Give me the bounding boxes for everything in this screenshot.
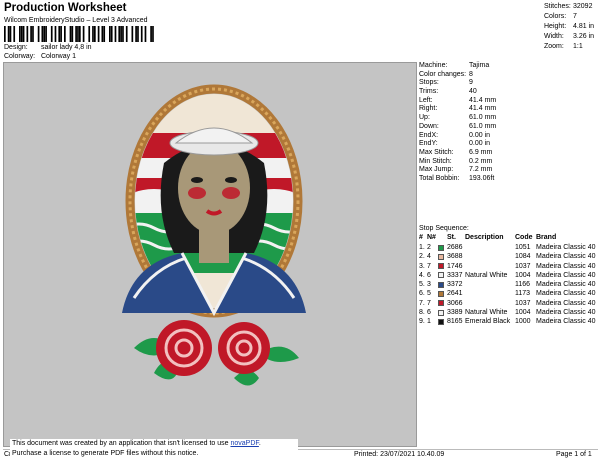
printed-timestamp: Printed: 23/07/2021 10.40.09 bbox=[354, 451, 445, 458]
color-swatch bbox=[438, 244, 444, 251]
color-swatch bbox=[438, 272, 444, 279]
color-swatch bbox=[438, 263, 444, 270]
stat-height: Height: 4.81 in bbox=[544, 23, 595, 30]
property-row: Trims: 40 bbox=[419, 88, 477, 96]
page-number: Page 1 of 1 bbox=[556, 451, 592, 458]
color-swatch bbox=[438, 281, 444, 288]
property-row: EndY: 0.00 in bbox=[419, 140, 491, 148]
property-row: Color changes: 8 bbox=[419, 70, 473, 78]
embroidery-design-image bbox=[122, 84, 306, 386]
table-row: 2. 4 3688 1084 Madeira Classic 40 bbox=[419, 253, 596, 261]
color-swatch bbox=[438, 309, 444, 316]
stats-panel: Stitches: 32092 Colors: 7 Height: 4.81 in W… bbox=[544, 2, 594, 52]
property-row: Stops: 9 bbox=[419, 79, 473, 87]
stop-sequence-rows: 1. 2 2686 1051 Madeira Classic 40 2. 4 3688 1084… bbox=[418, 243, 598, 327]
property-row: Up: 61.0 mm bbox=[419, 114, 497, 122]
property-row: Down: 61.0 mm bbox=[419, 122, 497, 130]
license-notice: This document was created by an applicat… bbox=[10, 439, 298, 461]
app-subtitle: Wilcom EmbroideryStudio – Level 3 Advanc… bbox=[4, 17, 148, 24]
novapdf-link[interactable]: novaPDF bbox=[230, 440, 258, 447]
table-row: 7. 7 3066 1037 Madeira Classic 40 bbox=[419, 299, 596, 307]
property-row: Right: 41.4 mm bbox=[419, 105, 497, 113]
stop-sequence-header: # N# St. Description Code Brand bbox=[419, 234, 557, 241]
colorway-value: Colorway 1 bbox=[40, 53, 76, 60]
properties-panel: Machine: Tajima Color changes: 8 Stops: 9 Trim… bbox=[418, 62, 598, 447]
design-row: Design: sailor lady 4,8 in bbox=[4, 44, 92, 51]
table-row: 6. 5 2641 1173 Madeira Classic 40 bbox=[419, 290, 596, 298]
table-row: 8. 6 3389 Natural White 1004 Madeira Classic … bbox=[419, 309, 596, 317]
property-row: Min Stitch: 0.2 mm bbox=[419, 157, 493, 165]
color-swatch bbox=[438, 253, 444, 260]
design-value: sailor lady 4,8 in bbox=[40, 44, 92, 51]
colorway-label: Colorway: bbox=[4, 53, 36, 60]
table-row: 5. 3 3372 1166 Madeira Classic 40 bbox=[419, 281, 596, 289]
color-swatch bbox=[438, 300, 444, 307]
stat-stitches: Stitches: 32092 bbox=[544, 3, 593, 10]
properties-list: Machine: Tajima Color changes: 8 Stops: 9 Trim… bbox=[418, 62, 598, 184]
color-swatch bbox=[438, 318, 444, 325]
stat-colors: Colors: 7 bbox=[544, 13, 577, 20]
color-swatch bbox=[438, 290, 444, 297]
design-label: Design: bbox=[4, 44, 28, 51]
colorway-row: Colorway: Colorway 1 bbox=[4, 53, 76, 60]
property-row: Max Stitch: 6.9 mm bbox=[419, 148, 493, 156]
property-row: Total Bobbin: 193.06ft bbox=[419, 174, 495, 182]
stat-width: Width: 3.26 in bbox=[544, 33, 595, 40]
stat-zoom: Zoom: 1:1 bbox=[544, 43, 583, 50]
barcode bbox=[4, 26, 154, 42]
table-row: 3. 7 1746 1037 Madeira Classic 40 bbox=[419, 262, 596, 270]
property-row: EndX: 0.00 in bbox=[419, 131, 491, 139]
table-row: 1. 2 2686 1051 Madeira Classic 40 bbox=[419, 244, 596, 251]
design-preview bbox=[3, 62, 417, 447]
table-row: 9. 1 8165 Emerald Black 1000 Madeira Classic … bbox=[419, 318, 596, 326]
stop-sequence-title: Stop Sequence: bbox=[419, 225, 469, 232]
table-row: 4. 6 3337 Natural White 1004 Madeira Classic … bbox=[419, 271, 596, 279]
property-row: Machine: Tajima bbox=[419, 62, 490, 69]
page-title: Production Worksheet bbox=[4, 2, 127, 14]
property-row: Left: 41.4 mm bbox=[419, 96, 497, 104]
property-row: Max Jump: 7.2 mm bbox=[419, 166, 493, 174]
